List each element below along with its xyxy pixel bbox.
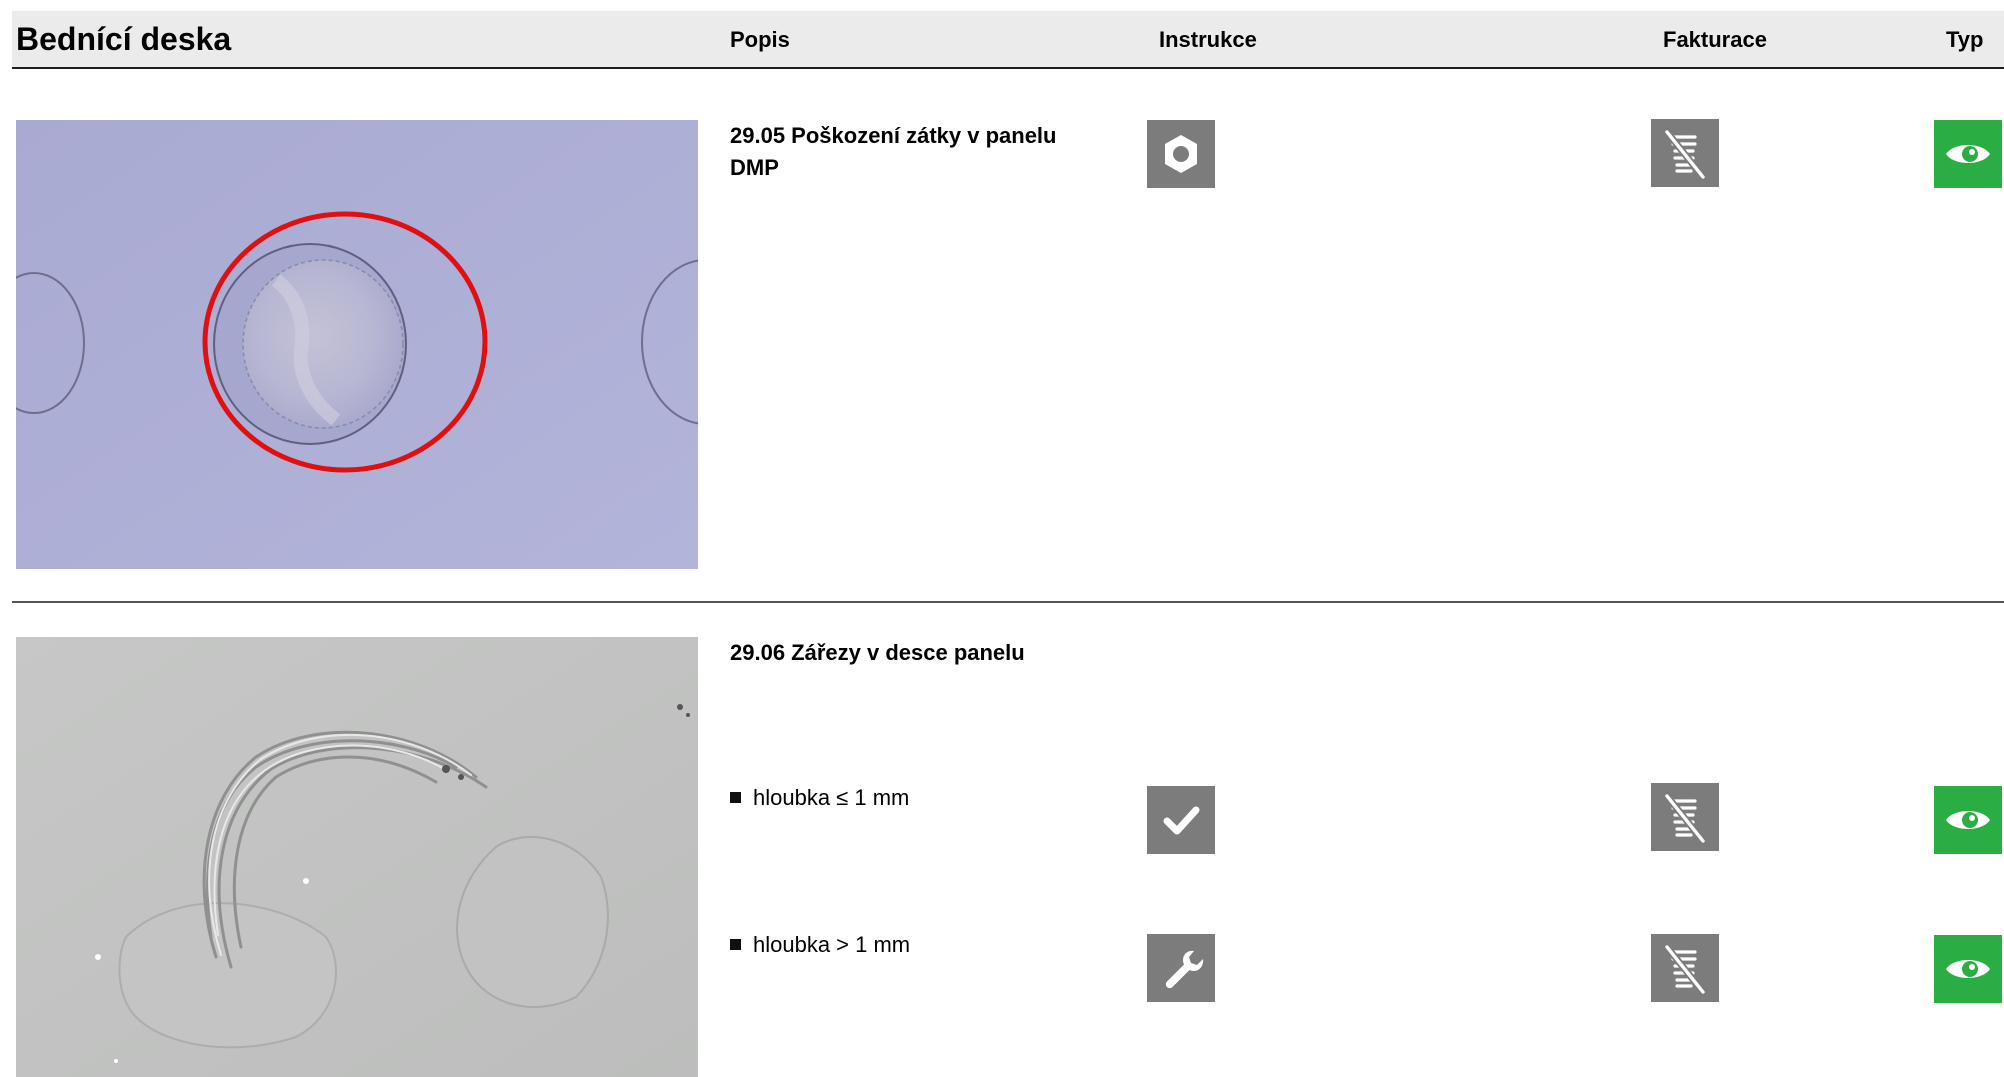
table-header: Bednící deska Popis Instrukce Fakturace …: [12, 11, 2004, 69]
billing-none-button[interactable]: [1651, 934, 1719, 1002]
bullet-square-icon: [730, 792, 741, 803]
no-billing-coins-icon: [1651, 934, 1719, 1002]
page-title: Bednící deska: [16, 21, 232, 57]
list-item-label: hloubka ≤ 1 mm: [753, 785, 910, 810]
no-billing-coins-icon: [1651, 119, 1719, 187]
type-visual-button[interactable]: [1934, 786, 2002, 854]
instruction-nut-button[interactable]: [1147, 120, 1215, 188]
type-visual-button[interactable]: [1934, 120, 2002, 188]
eye-icon: [1934, 120, 2002, 188]
billing-none-button[interactable]: [1651, 119, 1719, 187]
defect-title: 29.05 Poškození zátky v panelu DMP: [730, 123, 1057, 180]
column-header-instrukce: Instrukce: [1159, 27, 1257, 52]
column-header-popis: Popis: [730, 27, 790, 52]
instruction-check-button[interactable]: [1147, 786, 1215, 854]
billing-none-button[interactable]: [1651, 783, 1719, 851]
row-divider: [12, 601, 2004, 603]
bullet-square-icon: [730, 939, 741, 950]
damage-photo-plug: [16, 120, 698, 569]
checkmark-icon: [1158, 797, 1204, 843]
defect-title: 29.06 Zářezy v desce panelu: [730, 640, 1025, 665]
eye-icon: [1934, 935, 2002, 1003]
list-item: hloubka > 1 mm: [730, 931, 910, 959]
list-item: hloubka ≤ 1 mm: [730, 784, 909, 812]
instruction-repair-button[interactable]: [1147, 934, 1215, 1002]
column-header-fakturace: Fakturace: [1663, 27, 1767, 52]
column-header-typ: Typ: [1946, 27, 1984, 52]
type-visual-button[interactable]: [1934, 935, 2002, 1003]
wrench-icon: [1158, 945, 1204, 991]
eye-icon: [1934, 786, 2002, 854]
damage-photo-cuts: [16, 637, 698, 1077]
no-billing-coins-icon: [1651, 783, 1719, 851]
hexagon-nut-icon: [1158, 131, 1204, 177]
list-item-label: hloubka > 1 mm: [753, 932, 911, 957]
